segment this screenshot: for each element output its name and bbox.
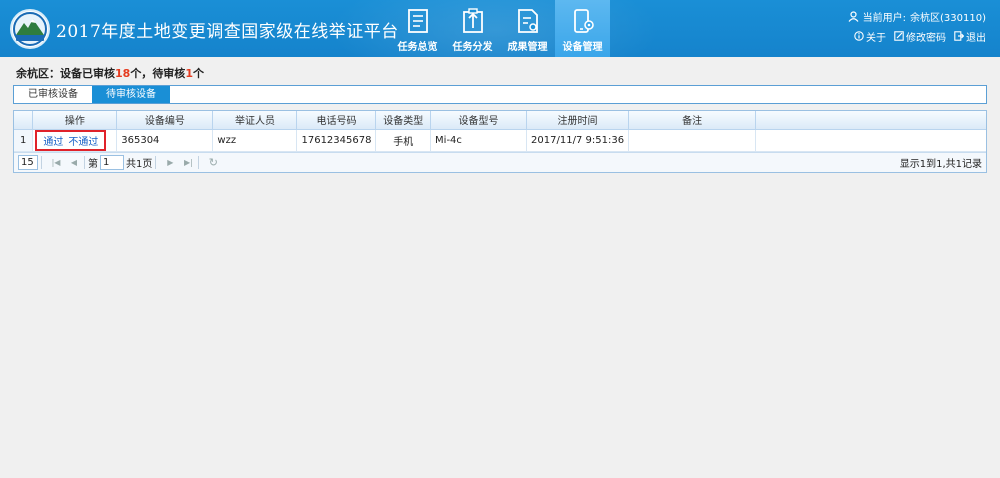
nav-label: 任务分发 bbox=[452, 42, 493, 53]
nav-result-management[interactable]: 成果管理 bbox=[500, 0, 555, 57]
refresh-icon[interactable]: ↻ bbox=[206, 156, 220, 170]
filler-cell bbox=[755, 129, 986, 152]
about-label: 关于 bbox=[866, 32, 886, 44]
app-header: 2017年度土地变更调查国家级在线举证平台 任务总览 任务分发 成果管理 设备管… bbox=[0, 0, 1000, 57]
pending-count: 1 bbox=[185, 67, 193, 80]
about-link[interactable]: 关于 bbox=[854, 29, 886, 44]
table-header-row: 操作 设备编号 举证人员 电话号码 设备类型 设备型号 注册时间 备注 bbox=[14, 111, 986, 130]
action-cell: 通过 不通过 bbox=[32, 129, 118, 152]
page-total: 共1页 bbox=[126, 159, 153, 170]
review-summary: 余杭区：设备已审核18个，待审核1个 bbox=[16, 65, 204, 81]
page-prefix: 第 bbox=[88, 159, 98, 170]
reg-time-cell: 2017/11/7 9:51:36 bbox=[526, 129, 630, 152]
device-no-cell: 365304 bbox=[116, 129, 214, 152]
pager-divider bbox=[155, 156, 157, 169]
pending-suffix: 个 bbox=[192, 67, 204, 80]
task-dispatch-icon bbox=[462, 8, 483, 33]
header-action: 操作 bbox=[32, 111, 118, 130]
nav-task-overview[interactable]: 任务总览 bbox=[390, 0, 445, 57]
note-cell bbox=[628, 129, 757, 152]
header-rownum bbox=[14, 111, 34, 130]
nav-task-dispatch[interactable]: 任务分发 bbox=[445, 0, 500, 57]
header-note: 备注 bbox=[628, 111, 757, 130]
nav-label: 任务总览 bbox=[397, 42, 438, 53]
ministry-logo bbox=[10, 9, 50, 49]
nav-device-management[interactable]: 设备管理 bbox=[555, 0, 610, 57]
nav-label: 成果管理 bbox=[507, 42, 548, 53]
device-table: 操作 设备编号 举证人员 电话号码 设备类型 设备型号 注册时间 备注 1 通过… bbox=[14, 111, 986, 152]
user-icon bbox=[848, 10, 859, 22]
action-box: 通过 不通过 bbox=[35, 129, 107, 151]
main-nav: 任务总览 任务分发 成果管理 设备管理 bbox=[390, 0, 610, 57]
model-cell: Mi-4c bbox=[430, 129, 528, 152]
current-user-name: 余杭区(330110) bbox=[910, 12, 986, 24]
task-overview-icon bbox=[407, 9, 428, 33]
pager-divider bbox=[198, 156, 200, 169]
header-person: 举证人员 bbox=[212, 111, 298, 130]
nav-label: 设备管理 bbox=[562, 42, 603, 53]
header-phone: 电话号码 bbox=[296, 111, 377, 130]
reviewed-count: 18 bbox=[115, 67, 131, 80]
result-management-icon bbox=[517, 9, 538, 33]
reject-link[interactable]: 不通过 bbox=[68, 137, 98, 148]
device-management-icon bbox=[573, 9, 594, 33]
phone-cell: 17612345678 bbox=[296, 129, 377, 152]
prev-page-icon[interactable]: ◀ bbox=[67, 156, 81, 170]
pagination-bar: 15 |◀ ◀ 第 1 共1页 ▶ ▶| ↻ 显示1到1,共1记录 bbox=[14, 152, 986, 172]
reviewed-suffix: 个， bbox=[130, 67, 153, 80]
tab-reviewed-devices[interactable]: 已审核设备 bbox=[14, 86, 92, 103]
pager-divider bbox=[41, 156, 42, 169]
tab-pending-devices[interactable]: 待审核设备 bbox=[92, 86, 170, 103]
info-icon bbox=[854, 31, 864, 41]
header-model: 设备型号 bbox=[430, 111, 528, 130]
change-password-label: 修改密码 bbox=[906, 32, 946, 44]
current-user-label: 当前用户: bbox=[862, 12, 907, 24]
page-number-input[interactable]: 1 bbox=[100, 155, 124, 170]
person-cell: wzz bbox=[212, 129, 298, 152]
device-type-cell: 手机 bbox=[375, 129, 432, 152]
district-label: 余杭区： bbox=[16, 67, 60, 80]
app-title: 2017年度土地变更调查国家级在线举证平台 bbox=[56, 22, 399, 42]
reviewed-prefix: 设备已审核 bbox=[60, 67, 115, 80]
user-panel: 当前用户: 余杭区(330110) 关于 修改密码 退出 bbox=[848, 8, 986, 44]
header-filler bbox=[755, 111, 986, 130]
page-size-select[interactable]: 15 bbox=[18, 155, 38, 170]
logout-link[interactable]: 退出 bbox=[954, 29, 986, 44]
pager-info: 显示1到1,共1记录 bbox=[899, 159, 982, 170]
logout-icon bbox=[954, 31, 964, 41]
logout-label: 退出 bbox=[966, 32, 986, 44]
first-page-icon[interactable]: |◀ bbox=[49, 156, 63, 170]
pending-prefix: 待审核 bbox=[152, 67, 186, 80]
next-page-icon[interactable]: ▶ bbox=[163, 156, 177, 170]
header-device-type: 设备类型 bbox=[375, 111, 432, 130]
header-device-no: 设备编号 bbox=[116, 111, 214, 130]
change-password-link[interactable]: 修改密码 bbox=[894, 29, 946, 44]
edit-icon bbox=[894, 31, 904, 41]
last-page-icon[interactable]: ▶| bbox=[181, 156, 195, 170]
approve-link[interactable]: 通过 bbox=[43, 137, 63, 148]
device-tabs: 已审核设备 待审核设备 bbox=[13, 85, 987, 104]
table-row: 1 通过 不通过 365304 wzz 17612345678 手机 Mi-4c … bbox=[14, 129, 986, 152]
row-index: 1 bbox=[14, 129, 34, 152]
device-grid: 操作 设备编号 举证人员 电话号码 设备类型 设备型号 注册时间 备注 1 通过… bbox=[13, 110, 987, 173]
pager-divider bbox=[84, 156, 85, 169]
header-reg-time: 注册时间 bbox=[526, 111, 630, 130]
